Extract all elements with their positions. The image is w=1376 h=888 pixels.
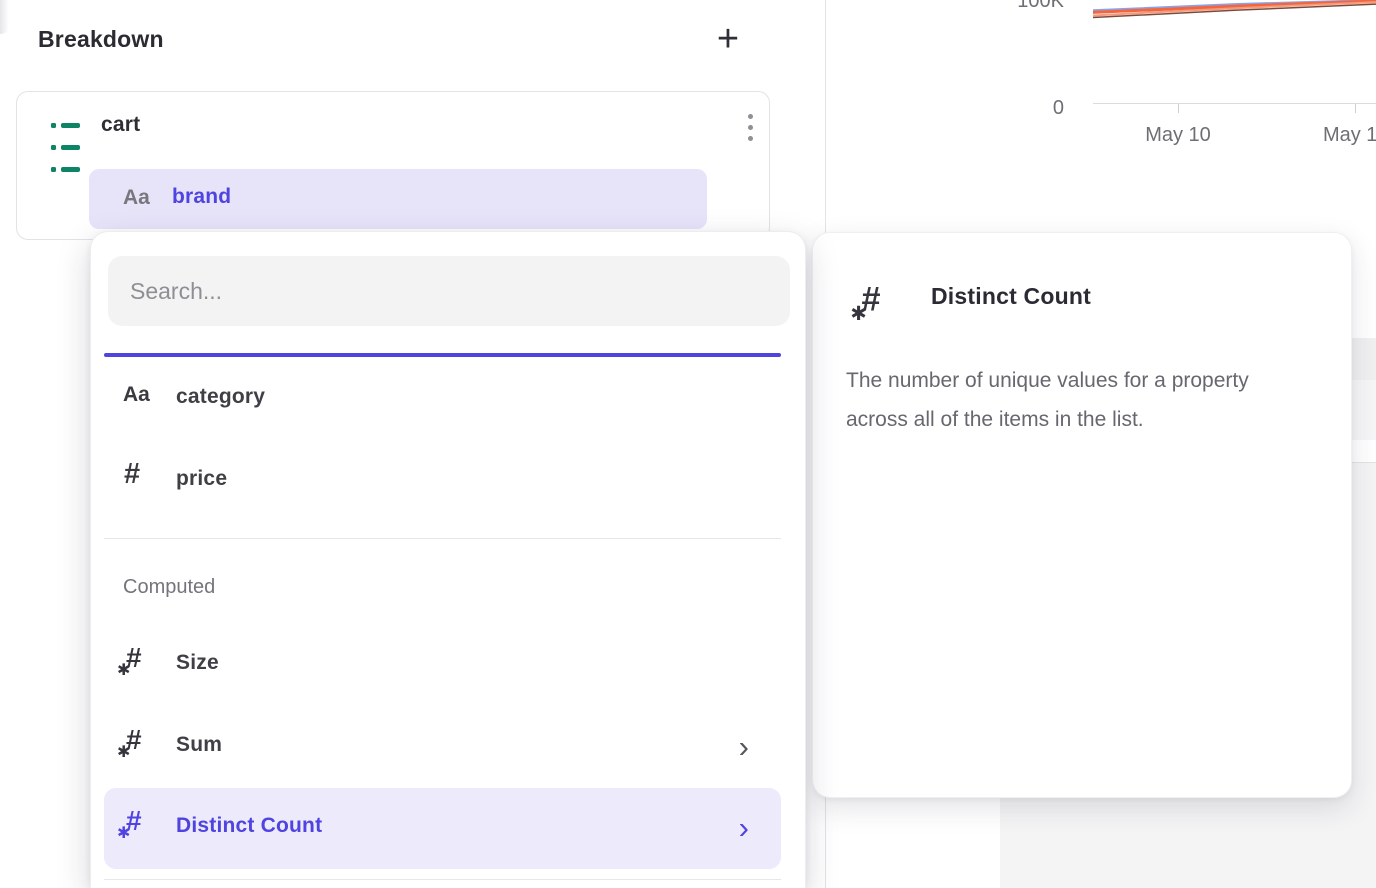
breakdown-group-label: cart	[101, 113, 140, 137]
breakdown-card: cart Aa brand	[16, 91, 770, 240]
property-item-price[interactable]: # price	[104, 441, 781, 523]
x-axis-label-may11: May 11	[1323, 124, 1376, 147]
breakdown-title: Breakdown	[38, 26, 164, 53]
computed-item-distinct-count[interactable]: ✱# Distinct Count ›	[104, 788, 781, 869]
selected-property-label: brand	[172, 185, 231, 209]
x-axis-tick	[1178, 104, 1179, 113]
computed-item-label: Size	[176, 651, 219, 675]
breakdown-header: Breakdown +	[0, 0, 825, 80]
selected-property-chip[interactable]: Aa brand	[89, 169, 707, 229]
x-axis-label-may10: May 10	[1145, 124, 1211, 147]
computed-item-size[interactable]: ✱# Size	[104, 625, 781, 707]
computed-item-label: Sum	[176, 733, 222, 757]
info-popover-title: Distinct Count	[931, 283, 1091, 310]
kebab-menu-icon[interactable]	[739, 110, 761, 150]
info-popover-description: The number of unique values for a proper…	[846, 361, 1308, 439]
property-item-category[interactable]: Aa category	[104, 359, 781, 441]
chart-lines-svg	[1093, 0, 1376, 104]
property-search-input[interactable]	[108, 256, 790, 326]
y-axis-tick-label-100k: 100K	[1000, 0, 1064, 13]
info-popover: ✱# Distinct Count The number of unique v…	[812, 232, 1352, 798]
computed-item-label: Distinct Count	[176, 814, 322, 838]
computed-number-icon: ✱#	[119, 725, 153, 759]
add-breakdown-button[interactable]: +	[707, 16, 749, 62]
text-type-icon: Aa	[123, 383, 167, 407]
selection-indicator	[104, 353, 781, 357]
computed-number-icon: ✱#	[853, 281, 894, 322]
chevron-right-icon: ›	[739, 812, 749, 844]
computed-number-icon: ✱#	[119, 806, 153, 840]
number-type-icon: #	[124, 458, 140, 491]
property-item-label: category	[176, 385, 265, 409]
list-property-icon	[51, 123, 81, 150]
chevron-right-icon: ›	[739, 731, 749, 763]
computed-item-sum[interactable]: ✱# Sum ›	[104, 707, 781, 789]
dropdown-divider	[104, 538, 781, 539]
x-axis-tick	[1355, 104, 1356, 113]
y-axis-tick-label-0: 0	[1000, 97, 1064, 120]
dropdown-divider	[104, 879, 781, 880]
computed-section-label: Computed	[123, 576, 215, 599]
text-type-icon: Aa	[123, 186, 150, 210]
page: Breakdown + cart Aa brand 100K 0	[0, 0, 1376, 888]
property-item-label: price	[176, 467, 227, 491]
breakdown-group-row[interactable]: cart	[17, 92, 769, 164]
computed-number-icon: ✱#	[119, 643, 153, 677]
property-dropdown: Aa category # price Computed ✱# Size ✱# …	[90, 231, 806, 888]
